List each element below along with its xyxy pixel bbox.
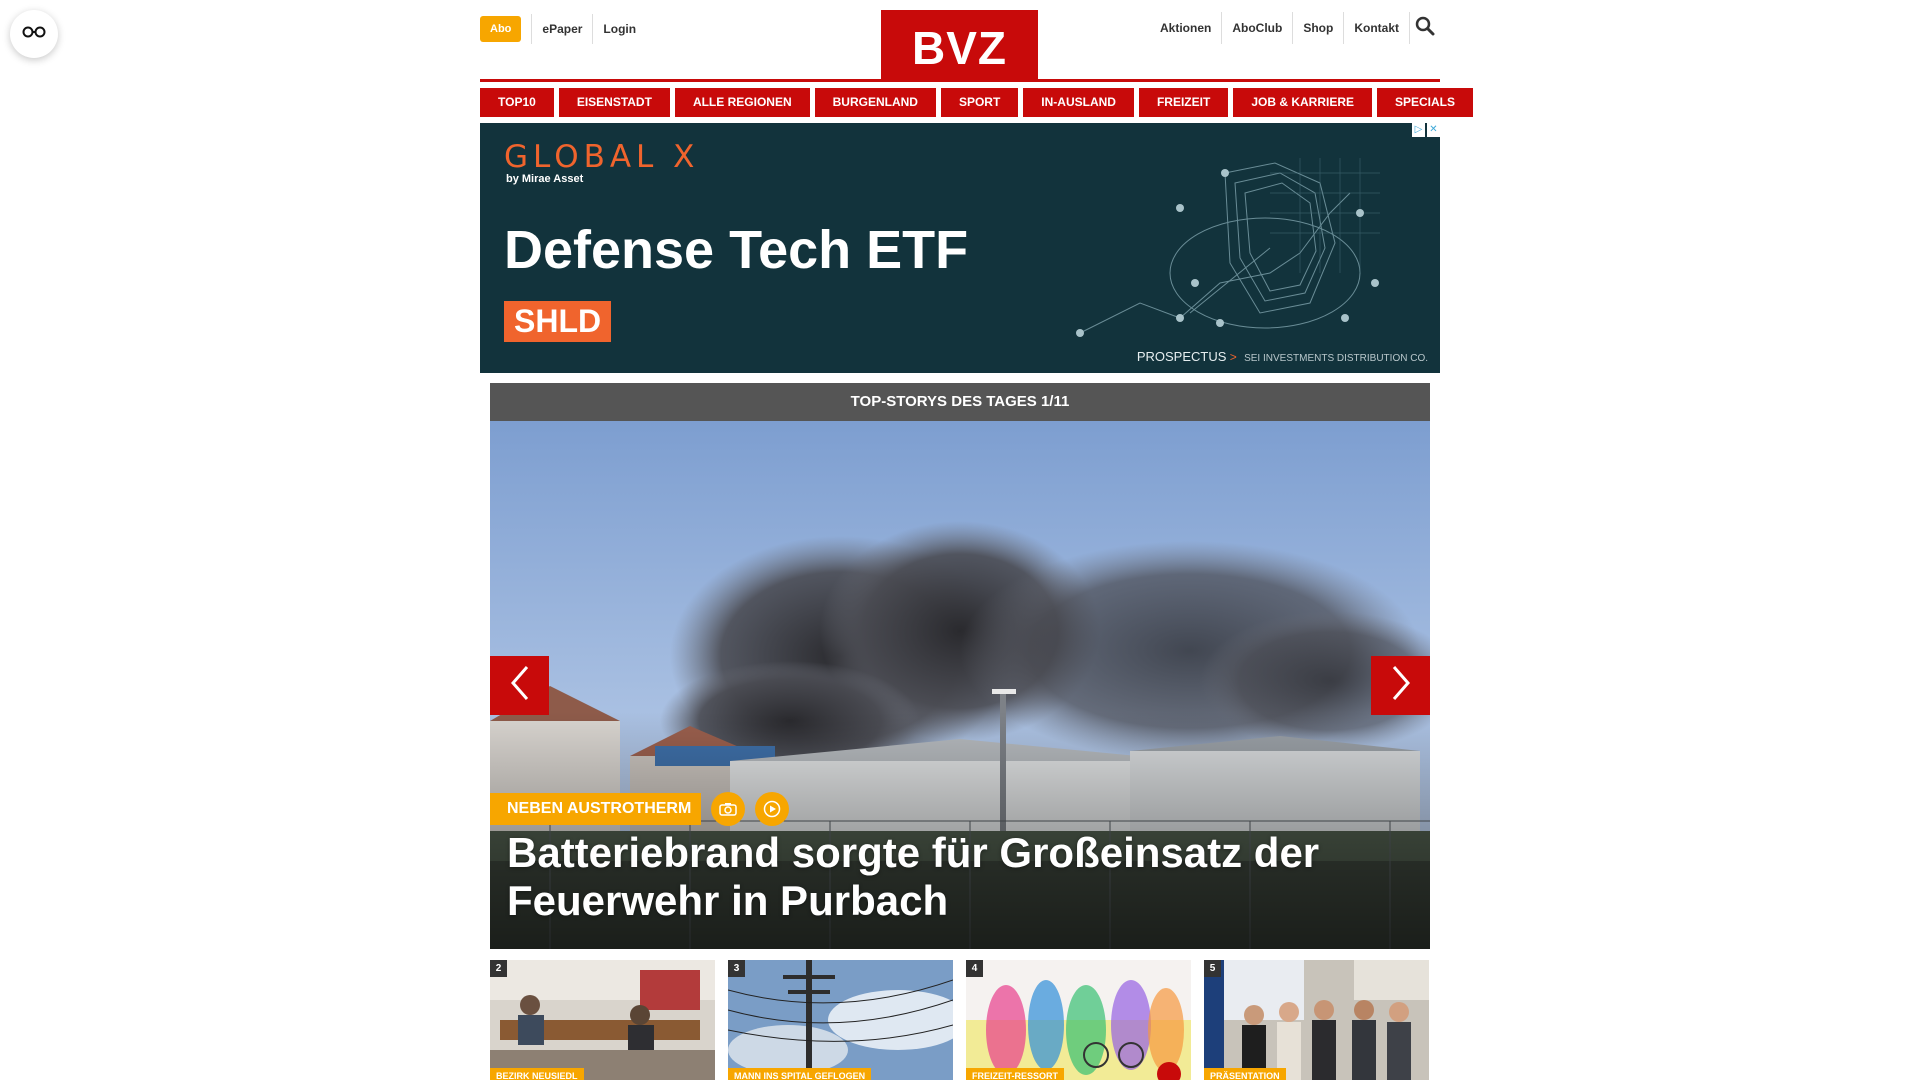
next-story-button[interactable] (1371, 656, 1430, 715)
previous-story-button[interactable] (490, 656, 549, 715)
aktionen-link[interactable]: Aktionen (1150, 12, 1223, 44)
bvz-logo[interactable]: BVZ (881, 10, 1038, 82)
kontakt-link[interactable]: Kontakt (1344, 12, 1410, 44)
ad-banner[interactable]: GLOBAL X by Mirae Asset Defense Tech ETF… (480, 123, 1440, 373)
ad-brand-logo: GLOBAL X (504, 139, 700, 175)
hero-headline[interactable]: Batteriebrand sorgte für Großeinsatz der… (507, 829, 1407, 925)
hero-story[interactable]: NEBEN AUSTROTHERM Batteriebrand sorgte f… (490, 421, 1430, 949)
nav-item-burgenland[interactable]: BURGENLAND (814, 88, 936, 117)
thumb-image (490, 960, 715, 1080)
header-left-links: Abo ePaper Login (480, 14, 646, 44)
page-container: Abo ePaper Login BVZ Aktionen AboClub Sh… (480, 0, 1474, 949)
thumb-image (1204, 960, 1429, 1080)
nav-item-top10[interactable]: TOP10 (480, 88, 554, 117)
thumb-image (728, 960, 953, 1080)
thumb-label: MANN INS SPITAL GEFLOGEN (728, 1068, 872, 1080)
aboclub-link[interactable]: AboClub (1222, 12, 1294, 44)
thumb-number: 3 (728, 960, 745, 977)
thumb-number: 2 (490, 960, 507, 977)
top-stories: TOP-STORYS DES TAGES 1/11 NEBEN AUSTROTH… (490, 383, 1430, 949)
thumb-number: 4 (966, 960, 983, 977)
ad-headline: Defense Tech ETF (504, 220, 969, 280)
search-icon (1415, 16, 1435, 41)
ad-info-icon[interactable]: ▷ (1412, 123, 1425, 137)
play-icon (755, 792, 790, 826)
nav-item-alle-regionen[interactable]: ALLE REGIONEN (674, 88, 810, 117)
ad-prospectus-arrow: > (1229, 350, 1237, 364)
thumb-label: FREIZEIT-RESSORT (966, 1068, 1065, 1080)
story-thumb-5[interactable]: 5 PRÄSENTATION (1204, 960, 1429, 1080)
reader-mode-button[interactable] (10, 10, 58, 58)
hero-kicker-row: NEBEN AUSTROTHERM (490, 792, 790, 826)
header-right-links: Aktionen AboClub Shop Kontakt (1150, 12, 1440, 44)
story-thumb-2[interactable]: 2 BEZIRK NEUSIEDL (490, 960, 715, 1080)
nav-item-freizeit[interactable]: FREIZEIT (1138, 88, 1229, 117)
chevron-left-icon (509, 665, 531, 706)
story-thumb-4[interactable]: 4 FREIZEIT-RESSORT (966, 960, 1191, 1080)
nav-item-specials[interactable]: SPECIALS (1377, 88, 1474, 117)
ad-ticker-badge: SHLD (504, 301, 612, 342)
ad-shield-graphic (1076, 158, 1380, 337)
ad-choices: ▷ ✕ (1412, 123, 1440, 137)
hero-kicker: NEBEN AUSTROTHERM (490, 793, 702, 825)
ad-close-icon[interactable]: ✕ (1427, 123, 1440, 137)
nav-item-job-karriere[interactable]: JOB & KARRIERE (1233, 88, 1372, 117)
epaper-link[interactable]: ePaper (531, 14, 592, 44)
search-button[interactable] (1410, 12, 1440, 44)
thumb-number: 5 (1204, 960, 1221, 977)
story-thumb-3[interactable]: 3 MANN INS SPITAL GEFLOGEN (728, 960, 953, 1080)
thumb-image (966, 960, 1191, 1080)
ad-brand-sub: by Mirae Asset (506, 173, 584, 185)
camera-icon (711, 792, 746, 826)
thumb-label: PRÄSENTATION (1204, 1068, 1286, 1080)
shop-link[interactable]: Shop (1293, 12, 1345, 44)
camera-icon (1157, 1062, 1181, 1080)
thumb-label: BEZIRK NEUSIEDL (490, 1068, 584, 1080)
site-header: Abo ePaper Login BVZ Aktionen AboClub Sh… (480, 0, 1440, 82)
nav-item-eisenstadt[interactable]: EISENSTADT (558, 88, 670, 117)
main-nav: TOP10 EISENSTADT ALLE REGIONEN BURGENLAN… (480, 88, 1474, 117)
login-link[interactable]: Login (592, 14, 646, 44)
nav-item-in-ausland[interactable]: IN-AUSLAND (1023, 88, 1134, 117)
nav-item-sport[interactable]: SPORT (940, 88, 1019, 117)
abo-button[interactable]: Abo (480, 16, 522, 42)
ad-prospectus-link[interactable]: PROSPECTUS (1137, 349, 1227, 364)
glasses-icon (22, 25, 46, 43)
ad-distributor-text: SEI INVESTMENTS DISTRIBUTION CO. (1244, 353, 1428, 364)
top-stories-header: TOP-STORYS DES TAGES 1/11 (490, 383, 1430, 421)
chevron-right-icon (1390, 665, 1412, 706)
story-thumbnails: 2 BEZIRK NEUSIEDL 3 MANN INS SPITAL GEFL… (490, 960, 1430, 1080)
ad-footer[interactable]: PROSPECTUS > SEI INVESTMENTS DISTRIBUTIO… (1137, 349, 1428, 364)
